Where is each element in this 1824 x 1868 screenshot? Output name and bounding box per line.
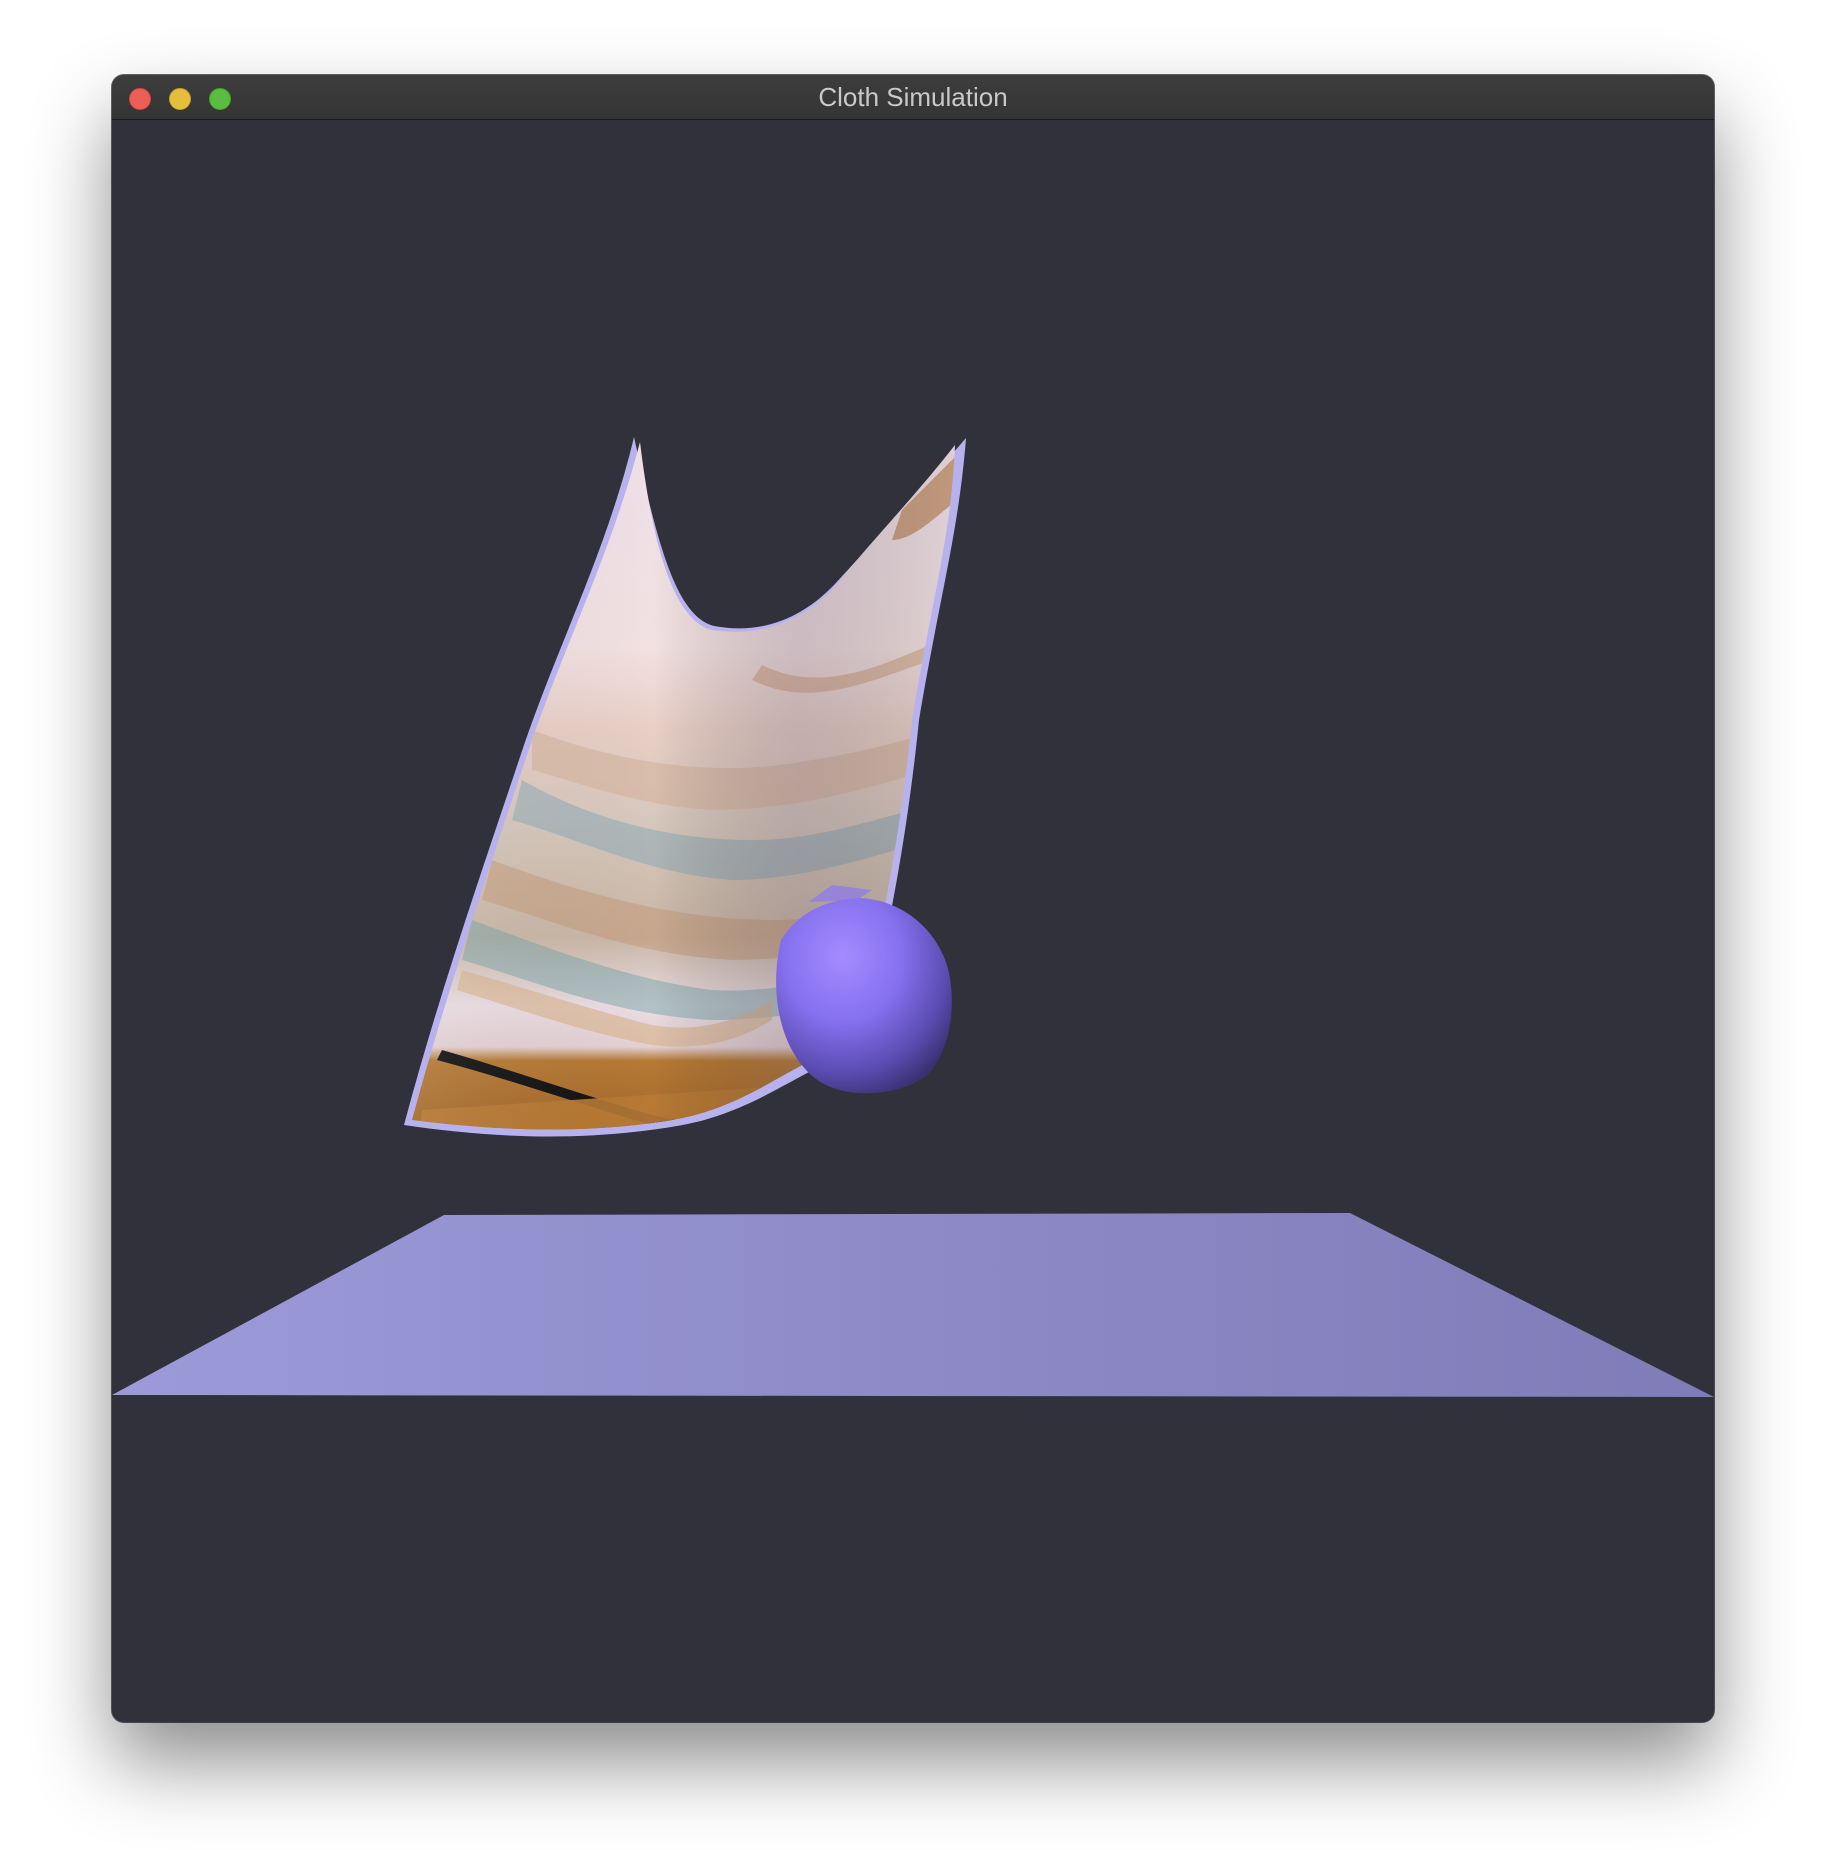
render-viewport[interactable]	[112, 120, 1714, 1722]
window-title: Cloth Simulation	[818, 82, 1008, 112]
app-window: Cloth Simulation	[112, 75, 1714, 1722]
scene-canvas	[112, 437, 1714, 1397]
floor-plane	[112, 1213, 1714, 1397]
cloth-shading	[412, 442, 955, 1130]
title-bar[interactable]: Cloth Simulation	[112, 75, 1714, 120]
